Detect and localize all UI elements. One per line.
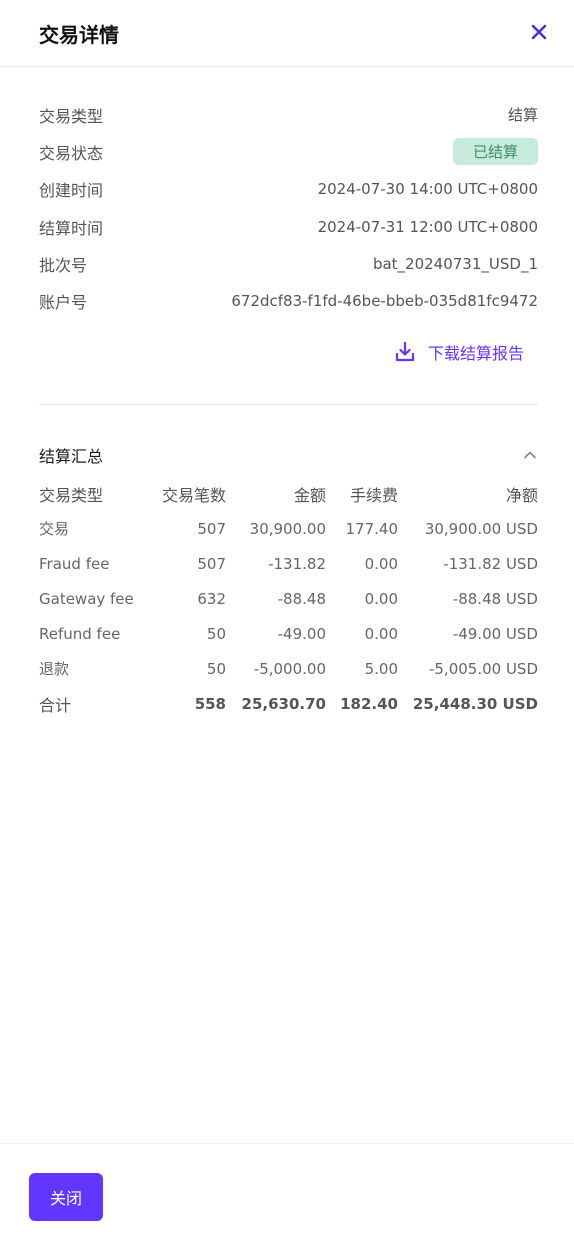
table-cell: -49.00 USD	[452, 624, 538, 643]
table-cell: -88.48 USD	[452, 589, 538, 608]
detail-value: 2024-07-31 12:00 UTC+0800	[317, 217, 538, 236]
table-cell: -5,005.00 USD	[428, 659, 538, 678]
detail-label: 创建时间	[39, 181, 104, 201]
detail-row-settled: 结算时间 2024-07-31 12:00 UTC+0800	[39, 208, 538, 245]
table-cell: 507	[197, 554, 226, 573]
table-cell: 30,900.00 USD	[424, 519, 538, 538]
summary-table: 交易类型 交易笔数 金额 手续费 净额 交易 507 30,900.00 177…	[39, 477, 538, 721]
table-cell: 558	[194, 694, 226, 713]
column-header: 手续费	[349, 486, 398, 505]
detail-value: bat_20240731_USD_1	[372, 254, 538, 273]
table-cell: 50	[206, 659, 226, 678]
table-row: 退款 50 -5,000.00 5.00 -5,005.00 USD	[39, 651, 538, 686]
detail-row-created: 创建时间 2024-07-30 14:00 UTC+0800	[39, 171, 538, 208]
download-icon	[395, 341, 415, 362]
detail-label: 交易状态	[39, 143, 104, 163]
detail-value: 672dcf83-f1fd-46be-bbeb-035d81fc9472	[231, 292, 538, 311]
table-cell: 50	[206, 624, 226, 643]
table-cell: 25,630.70	[241, 694, 326, 713]
table-cell: 25,448.30 USD	[412, 694, 538, 713]
column-header: 交易类型	[39, 486, 104, 505]
table-cell: -49.00	[277, 624, 326, 643]
table-cell: Fraud fee	[39, 554, 110, 573]
column-header: 交易笔数	[161, 486, 226, 505]
table-cell: 交易	[39, 520, 70, 538]
detail-row-account: 账户号 672dcf83-f1fd-46be-bbeb-035d81fc9472	[39, 282, 538, 319]
table-cell: -5,000.00	[253, 659, 326, 678]
divider	[39, 404, 538, 405]
detail-label: 结算时间	[39, 218, 104, 238]
drawer-header: 交易详情	[0, 0, 574, 67]
close-icon[interactable]	[526, 19, 552, 45]
status-badge: 已结算	[452, 138, 538, 166]
table-row: Fraud fee 507 -131.82 0.00 -131.82 USD	[39, 546, 538, 581]
table-row: Gateway fee 632 -88.48 0.00 -88.48 USD	[39, 581, 538, 616]
detail-value: 结算	[507, 106, 538, 125]
detail-label: 交易类型	[39, 106, 104, 126]
table-cell: -131.82	[268, 554, 326, 573]
column-header: 金额	[293, 486, 326, 505]
table-cell: 退款	[39, 660, 70, 678]
download-report-link[interactable]: 下载结算报告	[394, 340, 524, 364]
table-cell: -88.48	[277, 589, 326, 608]
download-report-label: 下载结算报告	[427, 344, 524, 363]
detail-label: 批次号	[39, 255, 88, 275]
table-cell: 0.00	[364, 554, 398, 573]
table-cell: 507	[197, 519, 226, 538]
table-cell: 5.00	[364, 659, 398, 678]
close-button[interactable]: 关闭	[29, 1173, 103, 1221]
transaction-details: 交易类型 结算 交易状态 已结算 创建时间 2024-07-30 14:00 U…	[39, 96, 538, 320]
table-cell: Gateway fee	[39, 589, 134, 608]
table-cell: 合计	[39, 695, 72, 715]
summary-header[interactable]: 结算汇总	[39, 442, 538, 468]
table-cell: -131.82 USD	[443, 554, 538, 573]
table-cell: 632	[197, 589, 226, 608]
table-total-row: 合计 558 25,630.70 182.40 25,448.30 USD	[39, 686, 538, 721]
detail-row-status: 交易状态 已结算	[39, 133, 538, 170]
table-cell: 30,900.00	[249, 519, 326, 538]
column-header: 净额	[505, 486, 538, 505]
table-header-row: 交易类型 交易笔数 金额 手续费 净额	[39, 477, 538, 511]
table-cell: 177.40	[345, 519, 399, 538]
detail-row-batch: 批次号 bat_20240731_USD_1	[39, 245, 538, 282]
drawer-footer: 关闭	[0, 1143, 574, 1248]
table-row: 交易 507 30,900.00 177.40 30,900.00 USD	[39, 511, 538, 546]
table-cell: 0.00	[364, 589, 398, 608]
detail-value: 2024-07-30 14:00 UTC+0800	[317, 180, 538, 199]
detail-row-type: 交易类型 结算	[39, 96, 538, 133]
detail-label: 账户号	[39, 293, 88, 313]
table-cell: Refund fee	[39, 624, 121, 643]
page-title: 交易详情	[39, 23, 119, 47]
table-row: Refund fee 50 -49.00 0.00 -49.00 USD	[39, 616, 538, 651]
chevron-up-icon[interactable]	[522, 447, 538, 463]
table-cell: 0.00	[364, 624, 398, 643]
table-cell: 182.40	[340, 694, 398, 713]
summary-title: 结算汇总	[39, 447, 104, 466]
